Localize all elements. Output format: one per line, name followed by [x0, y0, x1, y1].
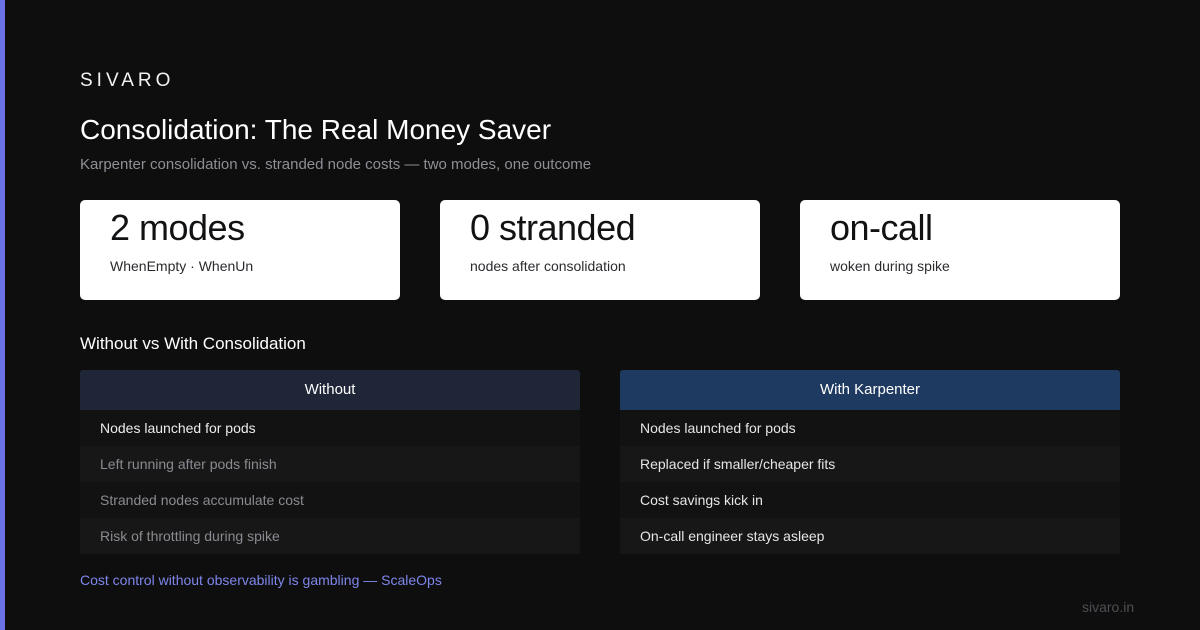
site-url: sivaro.in	[1082, 599, 1135, 615]
with-header: With Karpenter	[620, 370, 1120, 410]
stat-card-modes: 2 modes WhenEmpty · WhenUn	[80, 200, 400, 300]
page-subtitle: Karpenter consolidation vs. stranded nod…	[80, 156, 592, 173]
without-row: Nodes launched for pods	[80, 410, 580, 446]
comparison-title: Without vs With Consolidation	[80, 334, 306, 353]
accent-bar	[0, 0, 5, 630]
stat-card-stranded: 0 stranded nodes after consolidation	[440, 200, 760, 300]
without-column: Without Nodes launched for pods Left run…	[80, 370, 580, 554]
without-row: Stranded nodes accumulate cost	[80, 482, 580, 518]
stat-value: 0 stranded	[470, 207, 636, 248]
stat-value: 2 modes	[110, 207, 245, 248]
stat-label: WhenEmpty · WhenUn	[110, 258, 254, 274]
page-title: Consolidation: The Real Money Saver	[80, 114, 552, 145]
with-row: Replaced if smaller/cheaper fits	[620, 446, 1120, 482]
without-row: Left running after pods finish	[80, 446, 580, 482]
with-row: On-call engineer stays asleep	[620, 518, 1120, 554]
with-row: Nodes launched for pods	[620, 410, 1120, 446]
stat-label: nodes after consolidation	[470, 258, 626, 274]
with-column: With Karpenter Nodes launched for pods R…	[620, 370, 1120, 554]
stat-value: on-call	[830, 207, 933, 248]
brand-logo: SIVARO	[80, 70, 175, 91]
without-row: Risk of throttling during spike	[80, 518, 580, 554]
with-row: Cost savings kick in	[620, 482, 1120, 518]
stat-label: woken during spike	[830, 258, 950, 274]
without-header: Without	[80, 370, 580, 410]
footer-quote: Cost control without observability is ga…	[80, 572, 442, 588]
stat-card-oncall: on-call woken during spike	[800, 200, 1120, 300]
